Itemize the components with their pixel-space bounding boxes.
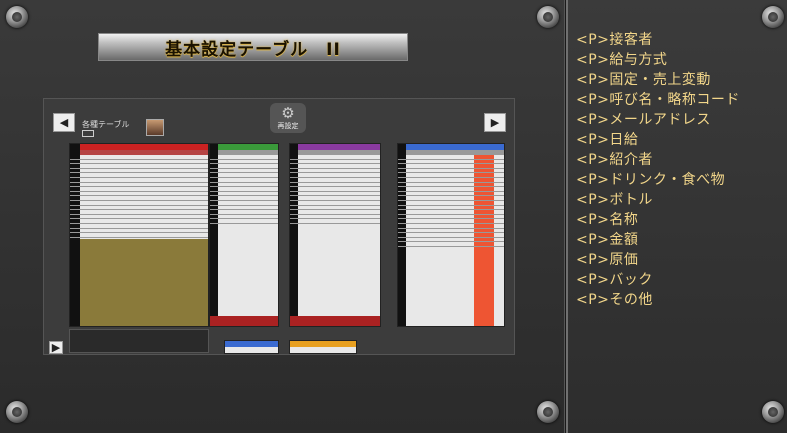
drink-table <box>289 143 381 327</box>
table-category-label: 各種テーブル <box>82 120 130 129</box>
bottom-arrow-button[interactable]: ▶ <box>49 341 63 354</box>
screenshot-preview: ◀ ▶ 各種テーブル ⚙ 再設定 ▶ <box>43 98 515 355</box>
screw-icon <box>6 401 28 423</box>
staff-table <box>69 143 209 327</box>
field-list-item: <P>日給 <box>576 132 639 148</box>
chevron-right-icon: ▶ <box>490 116 500 129</box>
mini-table-orange <box>289 340 357 354</box>
field-list-item: <P>固定・売上変動 <box>576 72 711 88</box>
field-list-item: <P>メールアドレス <box>576 112 711 128</box>
field-list-item: <P>給与方式 <box>576 52 668 68</box>
field-list-item: <P>ドリンク・食べ物 <box>576 172 726 188</box>
olive-region <box>80 239 208 326</box>
screw-icon <box>762 401 784 423</box>
reset-settings-label: 再設定 <box>277 121 299 130</box>
page-title: 基本設定テーブル II <box>165 39 341 60</box>
screw-icon <box>6 6 28 28</box>
screw-icon <box>762 6 784 28</box>
field-list-item: <P>原価 <box>576 252 639 268</box>
main-panel: 基本設定テーブル II ◀ ▶ 各種テーブル ⚙ 再設定 ▶ <box>0 0 565 433</box>
field-list: <P>接客者 <P>給与方式 <P>固定・売上変動 <P>呼び名・略称コード <… <box>576 30 740 310</box>
field-list-item: <P>その他 <box>576 292 653 308</box>
mini-table-blue <box>224 340 279 354</box>
avatar <box>146 119 164 136</box>
field-list-item: <P>接客者 <box>576 32 653 48</box>
title-bar: 基本設定テーブル II <box>98 33 408 61</box>
field-list-item: <P>名称 <box>576 212 639 228</box>
chevron-right-icon: ▶ <box>51 341 61 354</box>
field-list-item: <P>呼び名・略称コード <box>576 92 740 108</box>
screw-icon <box>537 401 559 423</box>
bottle-table <box>397 143 505 327</box>
prev-arrow-button[interactable]: ◀ <box>53 113 75 132</box>
field-list-item: <P>金額 <box>576 232 639 248</box>
food-table <box>209 143 279 327</box>
small-toggle-box[interactable] <box>82 130 94 137</box>
chevron-left-icon: ◀ <box>59 116 69 129</box>
field-list-item: <P>バック <box>576 272 653 288</box>
gear-icon: ⚙ <box>281 103 295 122</box>
field-list-item: <P>ボトル <box>576 192 653 208</box>
next-arrow-button[interactable]: ▶ <box>484 113 506 132</box>
screw-icon <box>537 6 559 28</box>
notes-area <box>69 329 209 353</box>
field-list-item: <P>紹介者 <box>576 152 653 168</box>
reset-settings-button[interactable]: ⚙ 再設定 <box>270 103 306 133</box>
table-rows <box>70 155 208 238</box>
